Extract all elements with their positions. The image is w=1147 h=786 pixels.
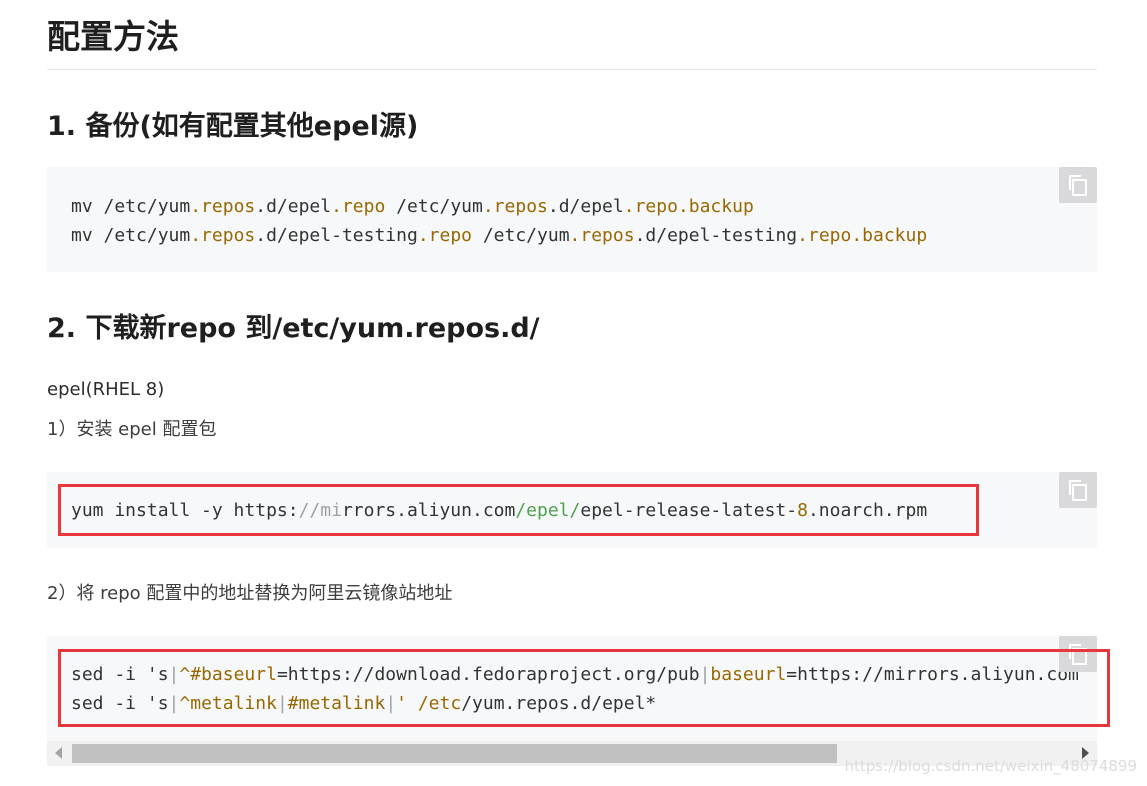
scrollbar-thumb[interactable] xyxy=(72,744,837,763)
subheading-epel: epel(RHEL 8) xyxy=(47,379,165,400)
code-block-replace[interactable]: sed -i 's|^#baseurl=https://download.fed… xyxy=(47,636,1097,741)
code-block-install[interactable]: yum install -y https://mirrors.aliyun.co… xyxy=(47,472,1097,548)
code-line: sed -i 's|^#baseurl=https://download.fed… xyxy=(71,664,1079,685)
scroll-left-arrow-icon[interactable] xyxy=(55,747,62,759)
copy-icon xyxy=(1069,480,1087,501)
code-block-backup[interactable]: mv /etc/yum.repos.d/epel.repo /etc/yum.r… xyxy=(47,167,1097,272)
section-heading-download: 2. 下载新repo 到/etc/yum.repos.d/ xyxy=(47,313,540,344)
watermark: https://blog.csdn.net/weixin_48074899 xyxy=(844,757,1137,775)
copy-icon xyxy=(1069,175,1087,196)
copy-button[interactable] xyxy=(1059,636,1097,672)
section-heading-backup: 1. 备份(如有配置其他epel源) xyxy=(47,111,419,142)
code-line: mv /etc/yum.repos.d/epel-testing.repo /e… xyxy=(71,225,928,246)
title-divider xyxy=(47,69,1097,70)
code-line: mv /etc/yum.repos.d/epel.repo /etc/yum.r… xyxy=(71,196,754,217)
step-replace: 2）将 repo 配置中的地址替换为阿里云镜像站地址 xyxy=(47,583,453,604)
copy-button[interactable] xyxy=(1059,167,1097,203)
step-install: 1）安装 epel 配置包 xyxy=(47,419,217,440)
code-line: sed -i 's|^metalink|#metalink|' /etc/yum… xyxy=(71,693,657,714)
copy-button[interactable] xyxy=(1059,472,1097,508)
page-title: 配置方法 xyxy=(47,17,179,56)
code-line: yum install -y https://mirrors.aliyun.co… xyxy=(71,500,928,521)
copy-icon xyxy=(1069,644,1087,665)
